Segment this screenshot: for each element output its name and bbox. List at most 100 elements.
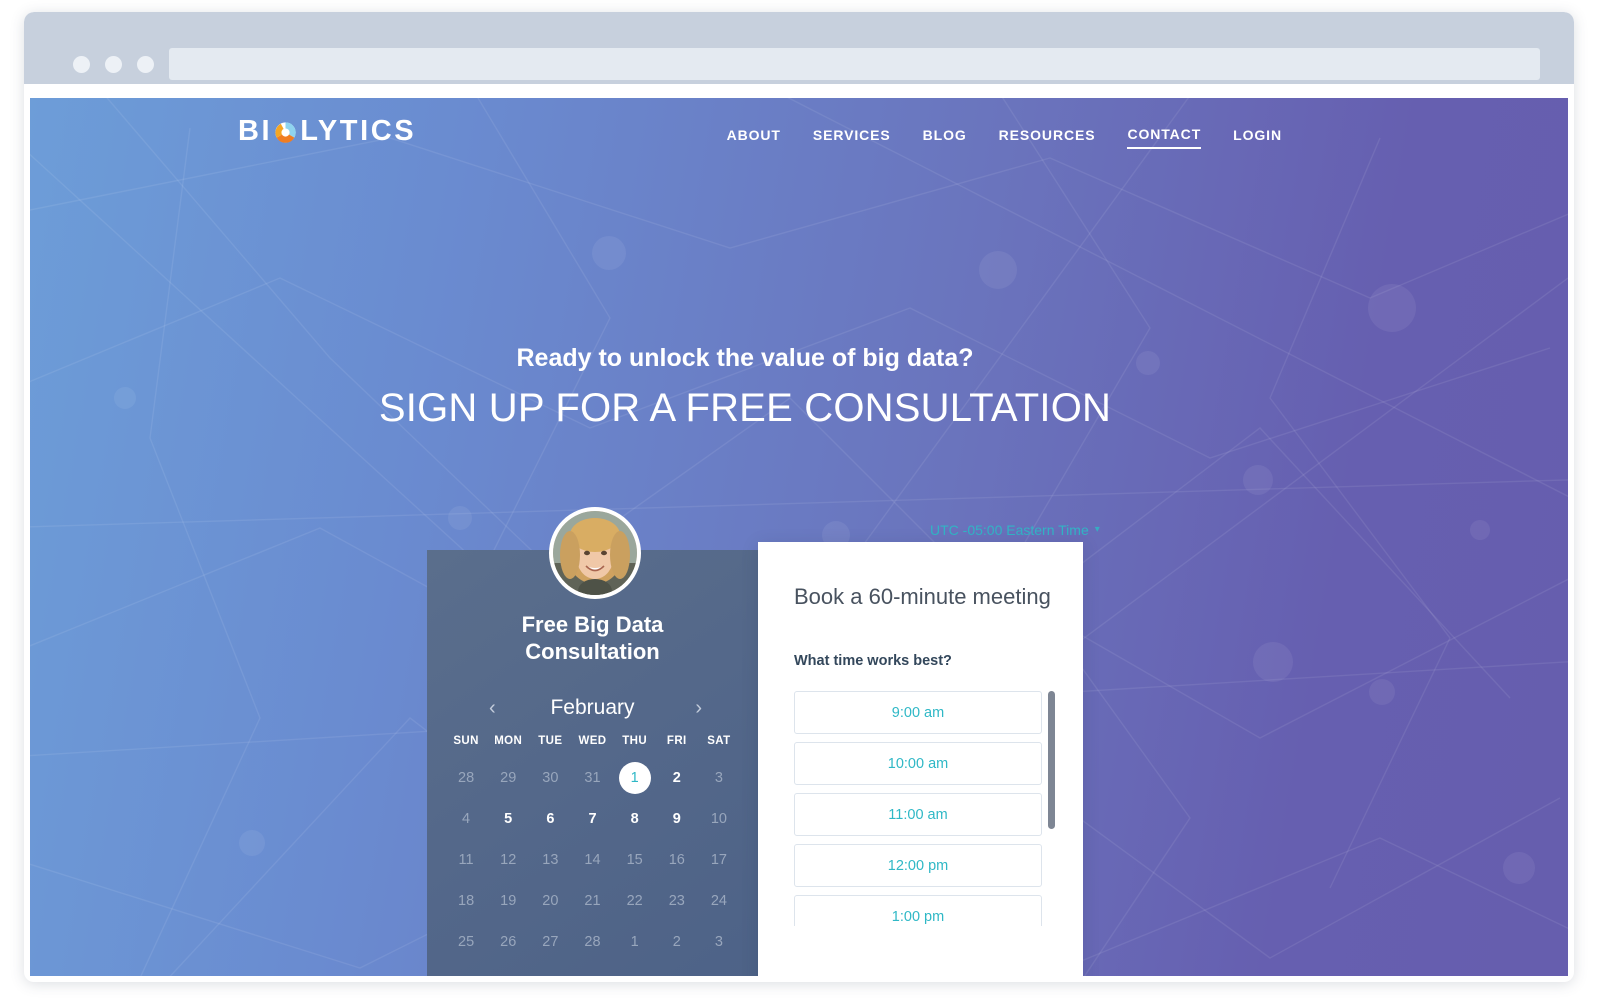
calendar-day-label: 6 [546, 810, 555, 827]
timezone-selector[interactable]: UTC -05:00 Eastern Time ▾ [930, 522, 1100, 538]
window-maximize-dot[interactable] [137, 56, 154, 73]
booking-card: Book a 60-minute meeting What time works… [758, 542, 1083, 976]
calendar-day-1-selected[interactable]: 1 [614, 757, 656, 798]
calendar-day-label: 16 [668, 851, 685, 868]
calendar-day-label: 26 [500, 933, 517, 950]
calendar-day-label: 12 [500, 851, 517, 868]
calendar-day-label: 24 [710, 892, 727, 909]
calendar-day-6[interactable]: 6 [529, 798, 571, 839]
calendar-day-19: 19 [487, 880, 529, 921]
calendar-day-label: 21 [584, 892, 601, 909]
nav-item-services[interactable]: SERVICES [813, 127, 891, 148]
weekday-sat: SAT [707, 735, 731, 747]
calendar-day-label: 8 [630, 810, 639, 827]
calendar-day-13: 13 [529, 839, 571, 880]
browser-chrome [24, 12, 1574, 84]
month-navigation: ‹ February › [427, 690, 758, 726]
nav-item-resources[interactable]: RESOURCES [999, 127, 1096, 148]
consultation-title-line1: Free Big Data [521, 612, 664, 637]
calendar-day-label: 14 [584, 851, 601, 868]
timeslot-option[interactable]: 12:00 pm [794, 844, 1042, 887]
next-month-button[interactable]: › [695, 698, 702, 718]
site-header: BI LYTICS ABOUT SERVICES BLOG RESOURCES [30, 98, 1568, 176]
site-logo[interactable]: BI LYTICS [238, 114, 416, 148]
calendar-week-row: 4 5 6 7 8 9 10 [445, 798, 740, 839]
previous-month-button[interactable]: ‹ [489, 698, 496, 718]
calendar-day-label: 2 [672, 769, 681, 786]
calendar-day-label: 5 [504, 810, 513, 827]
calendar-day-label: 19 [500, 892, 517, 909]
calendar-day-label: 22 [626, 892, 643, 909]
calendar-week-row: 28 29 30 31 1 2 3 [445, 757, 740, 798]
calendar-day-label: 7 [588, 810, 597, 827]
weekday-fri: FRI [666, 735, 687, 747]
calendar-day-label: 3 [714, 933, 723, 950]
calendar-day-5[interactable]: 5 [487, 798, 529, 839]
calendar-day-2: 2 [656, 921, 698, 962]
calendar-day-label: 13 [542, 851, 559, 868]
calendar-day-label: 17 [710, 851, 727, 868]
calendar-day-label: 18 [458, 892, 475, 909]
window-close-dot[interactable] [73, 56, 90, 73]
calendar-day-label: 1 [630, 769, 639, 786]
timeslot-option[interactable]: 11:00 am [794, 793, 1042, 836]
nav-item-contact[interactable]: CONTACT [1127, 126, 1202, 149]
time-question-label: What time works best? [794, 653, 952, 669]
timeslot-option[interactable]: 1:00 pm [794, 895, 1042, 926]
calendar-day-23: 23 [656, 880, 698, 921]
booking-heading: Book a 60-minute meeting [794, 584, 1051, 609]
calendar-day-29: 29 [487, 757, 529, 798]
calendar-day-9[interactable]: 9 [656, 798, 698, 839]
nav-item-login[interactable]: LOGIN [1233, 127, 1282, 148]
calendar-day-2[interactable]: 2 [656, 757, 698, 798]
calendar-day-28: 28 [571, 921, 613, 962]
weekday-thu: THU [622, 735, 648, 747]
calendar-day-15: 15 [614, 839, 656, 880]
window-minimize-dot[interactable] [105, 56, 122, 73]
calendar-day-26: 26 [487, 921, 529, 962]
calendar-day-25: 25 [445, 921, 487, 962]
consultation-title-line2: Consultation [525, 638, 660, 664]
hero-eyebrow: Ready to unlock the value of big data? [516, 344, 974, 372]
calendar-day-label: 15 [626, 851, 643, 868]
timeslot-scrollbar-track[interactable] [1048, 691, 1055, 926]
calendar-day-27: 27 [529, 921, 571, 962]
calendar-day-3: 3 [698, 757, 740, 798]
calendar-day-18: 18 [445, 880, 487, 921]
calendar-weeks: 28 29 30 31 1 2 3 4 5 6 7 8 9 10 11 12 13 14 15 16 17 18 19 20 2… [445, 757, 740, 962]
calendar-week-row: 25 26 27 28 1 2 3 [445, 921, 740, 962]
calendar-day-label: 31 [584, 769, 601, 786]
calendar-grid: SUN MON TUE WED THU FRI SAT 28 29 30 31 1 2 3 4… [445, 735, 740, 962]
calendar-day-7[interactable]: 7 [571, 798, 613, 839]
pie-chart-icon [273, 120, 298, 145]
calendar-day-31: 31 [571, 757, 613, 798]
calendar-day-1: 1 [614, 921, 656, 962]
nav-item-blog[interactable]: BLOG [923, 127, 967, 148]
calendar-day-label: 29 [500, 769, 517, 786]
calendar-week-row: 11 12 13 14 15 16 17 [445, 839, 740, 880]
calendar-day-12: 12 [487, 839, 529, 880]
address-bar[interactable] [169, 48, 1540, 80]
timeslot-option[interactable]: 9:00 am [794, 691, 1042, 734]
calendar-day-label: 3 [714, 769, 723, 786]
calendar-day-label: 20 [542, 892, 559, 909]
avatar [549, 507, 641, 599]
calendar-day-14: 14 [571, 839, 613, 880]
calendar-day-label: 23 [668, 892, 685, 909]
browser-window: BI LYTICS ABOUT SERVICES BLOG RESOURCES [24, 12, 1574, 982]
calendar-day-16: 16 [656, 839, 698, 880]
chevron-down-icon: ▾ [1094, 524, 1100, 535]
calendar-day-17: 17 [698, 839, 740, 880]
timeslot-scrollbar-thumb[interactable] [1048, 691, 1055, 829]
nav-item-about[interactable]: ABOUT [727, 127, 781, 148]
hero-title: SIGN UP FOR A FREE CONSULTATION [378, 386, 1112, 430]
calendar-day-24: 24 [698, 880, 740, 921]
weekday-header-row: SUN MON TUE WED THU FRI SAT [445, 735, 740, 757]
timeslot-list: 9:00 am 10:00 am 11:00 am 12:00 pm 1:00 pm [794, 691, 1054, 926]
calendar-day-8[interactable]: 8 [614, 798, 656, 839]
timeslot-option[interactable]: 10:00 am [794, 742, 1042, 785]
calendar-day-label: 28 [584, 933, 601, 950]
calendar-day-10: 10 [698, 798, 740, 839]
weekday-wed: WED [578, 735, 607, 747]
logo-text-after: LYTICS [300, 114, 417, 147]
